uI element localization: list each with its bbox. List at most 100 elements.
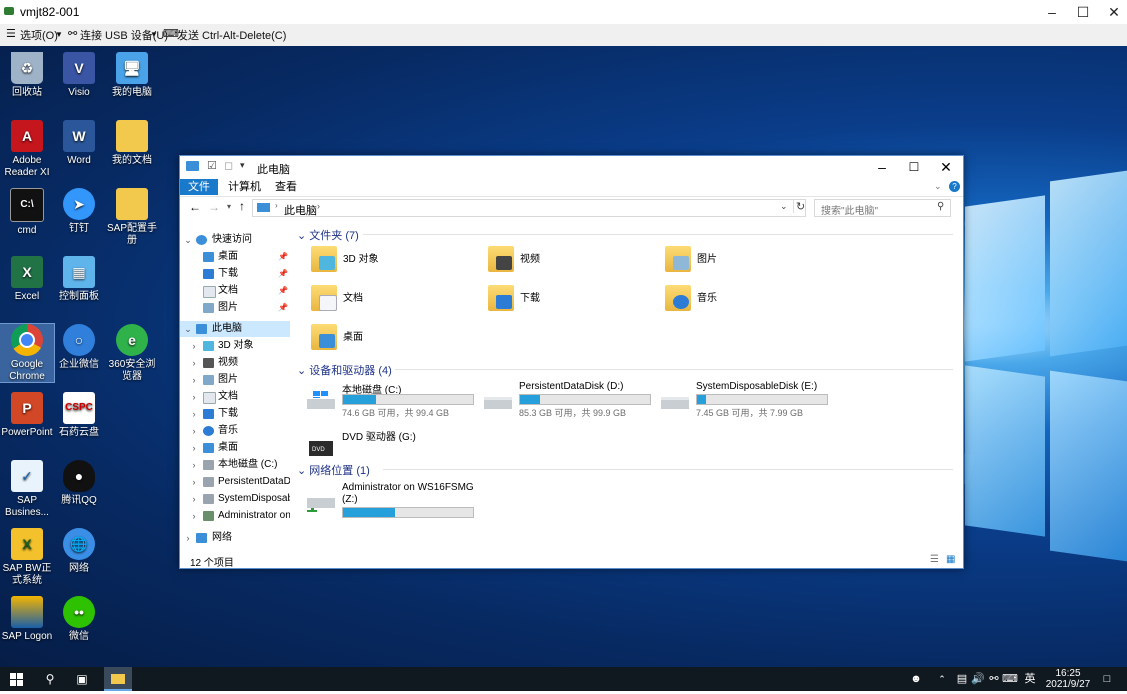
desktop-icon-adobe-reader[interactable]: A Adobe Reader XI	[0, 120, 54, 179]
desktop-icon-my-documents[interactable]: 我的文档	[105, 120, 159, 167]
nav-pc-drive-d[interactable]: › PersistentDataDisk	[180, 474, 290, 490]
pin-icon[interactable]: 📌	[278, 283, 288, 299]
folder-desktop[interactable]: 桌面	[311, 324, 481, 358]
desktop-icon-sap-logon[interactable]: SAP Logon	[0, 596, 54, 643]
chevron-down-icon[interactable]: ⌄	[183, 321, 193, 337]
task-view-icon[interactable]: ▣	[68, 667, 96, 691]
chevron-right-icon[interactable]: ›	[189, 372, 199, 388]
desktop-icon-sap-manual[interactable]: SAP配置手册	[105, 188, 159, 247]
back-arrow-icon[interactable]: ←	[189, 200, 201, 214]
tab-view[interactable]: 查看	[267, 179, 305, 195]
network-section-header[interactable]: ⌄ 网络位置 (1)	[297, 462, 370, 478]
nav-quick-desktop[interactable]: 桌面 📌	[180, 249, 290, 265]
chevron-down-icon[interactable]: ▼	[55, 30, 63, 39]
desktop-icon-sap-business[interactable]: ✓ SAP Busines...	[0, 460, 54, 519]
chevron-down-icon[interactable]: ⌄	[297, 365, 306, 377]
chevron-right-icon[interactable]: ›	[317, 201, 320, 211]
forward-arrow-icon[interactable]: →	[208, 200, 220, 214]
start-button[interactable]	[0, 667, 32, 691]
large-icons-view-icon[interactable]: ▦	[946, 554, 955, 565]
close-button[interactable]: ✕	[930, 157, 962, 177]
desktop-icon-wecom[interactable]: ○ 企业微信	[52, 324, 106, 371]
folder-pictures[interactable]: 图片	[665, 246, 835, 280]
nav-pc-pictures[interactable]: › 图片	[180, 372, 290, 388]
desktop-icon-sap-bw[interactable]: X SAP BW正式系统	[0, 528, 54, 587]
chevron-down-icon[interactable]: ⌄	[297, 465, 306, 477]
folder-3d-objects[interactable]: 3D 对象	[311, 246, 481, 280]
clock[interactable]: 16:25 2021/9/27	[1040, 667, 1096, 692]
new-folder-icon[interactable]: ◻	[224, 159, 233, 172]
search-input[interactable]: 搜索"此电脑" ⚲	[814, 199, 951, 217]
folder-downloads[interactable]: 下载	[488, 285, 658, 319]
notifications-icon[interactable]: □	[1098, 667, 1116, 691]
volume-icon[interactable]: 🔊	[970, 667, 986, 691]
desktop-icon-computer[interactable]: 🖥 我的电脑	[105, 52, 159, 99]
pin-icon[interactable]: 📌	[278, 266, 288, 282]
expand-ribbon-icon[interactable]: ⌄	[934, 181, 942, 192]
tab-file[interactable]: 文件	[180, 179, 218, 195]
nav-this-pc[interactable]: ⌄ 此电脑	[180, 321, 290, 337]
ime-language[interactable]: 英	[1021, 667, 1039, 691]
refresh-icon[interactable]: ↻	[793, 200, 805, 213]
maximize-button[interactable]: ☐	[1066, 2, 1100, 22]
chevron-right-icon[interactable]: ›	[275, 201, 278, 210]
nav-pc-network-drive[interactable]: › Administrator on	[180, 508, 290, 524]
recent-locations-icon[interactable]: ▾	[227, 202, 231, 211]
ime-icon[interactable]: ⌨	[1002, 667, 1018, 691]
usb-icon[interactable]: ⚯	[986, 667, 1002, 691]
search-icon[interactable]: ⚲	[36, 667, 64, 691]
options-menu[interactable]: 选项(O)	[20, 27, 58, 43]
nav-quick-pictures[interactable]: 图片 📌	[180, 300, 290, 316]
minimize-button[interactable]: –	[1035, 2, 1069, 22]
file-explorer-taskbar-button[interactable]	[104, 667, 132, 691]
pin-icon[interactable]: 📌	[278, 249, 288, 265]
nav-pc-desktop[interactable]: › 桌面	[180, 440, 290, 456]
desktop-icon-wechat[interactable]: •• 微信	[52, 596, 106, 643]
nav-pc-documents[interactable]: › 文档	[180, 389, 290, 405]
drive-e[interactable]: SystemDisposableDisk (E:) 7.45 GB 可用，共 7…	[661, 381, 836, 421]
close-button[interactable]: ✕	[1097, 2, 1127, 22]
chevron-right-icon[interactable]: ›	[189, 508, 199, 524]
address-bar[interactable]: › 此电脑 › ⌄ ↻	[252, 199, 806, 217]
chevron-right-icon[interactable]: ›	[189, 440, 199, 456]
chevron-right-icon[interactable]: ›	[189, 406, 199, 422]
desktop-icon-visio[interactable]: V Visio	[52, 52, 106, 99]
chevron-right-icon[interactable]: ›	[189, 389, 199, 405]
chevron-right-icon[interactable]: ›	[189, 423, 199, 439]
nav-quick-access[interactable]: ⌄ 快速访问	[180, 232, 290, 248]
network-drive-z[interactable]: Administrator on WS16FSMG (Z:)	[307, 482, 482, 527]
nav-pc-videos[interactable]: › 视频	[180, 355, 290, 371]
tab-computer[interactable]: 计算机	[220, 179, 269, 195]
folder-music[interactable]: 音乐	[665, 285, 835, 319]
drive-c[interactable]: 本地磁盘 (C:) 74.6 GB 可用，共 99.4 GB	[307, 381, 482, 421]
desktop-icon-powerpoint[interactable]: P PowerPoint	[0, 392, 54, 439]
nav-network[interactable]: › 网络	[180, 530, 290, 546]
desktop-icon-network[interactable]: 🌐 网络	[52, 528, 106, 575]
chevron-right-icon[interactable]: ›	[189, 338, 199, 354]
properties-icon[interactable]: ☑	[207, 159, 217, 172]
details-view-icon[interactable]: ☰	[930, 554, 939, 565]
desktop-icon-cmd[interactable]: C:\ cmd	[0, 188, 54, 237]
desktop-icon-dingtalk[interactable]: ➤ 钉钉	[52, 188, 106, 235]
up-arrow-icon[interactable]: ↑	[239, 199, 245, 213]
help-icon[interactable]: ?	[949, 181, 960, 192]
people-icon[interactable]: ☻	[908, 667, 924, 691]
chevron-right-icon[interactable]: ›	[183, 530, 193, 546]
chevron-right-icon[interactable]: ›	[189, 355, 199, 371]
desktop-icon-excel[interactable]: X Excel	[0, 256, 54, 303]
desktop-icon-control-panel[interactable]: ▦ 控制面板	[52, 256, 106, 303]
tray-chevron-up-icon[interactable]: ⌃	[934, 667, 950, 691]
minimize-button[interactable]: –	[866, 157, 898, 177]
chevron-right-icon[interactable]: ›	[189, 491, 199, 507]
address-dropdown-icon[interactable]: ⌄	[780, 201, 788, 212]
drives-section-header[interactable]: ⌄ 设备和驱动器 (4)	[297, 362, 392, 378]
chevron-right-icon[interactable]: ›	[189, 474, 199, 490]
chevron-down-icon[interactable]: ⌄	[297, 230, 306, 242]
nav-pc-drive-e[interactable]: › SystemDisposable	[180, 491, 290, 507]
folder-documents[interactable]: 文档	[311, 285, 481, 319]
desktop-icon-chrome[interactable]: Google Chrome	[0, 323, 55, 383]
desktop-icon-cspc-cloud[interactable]: CSPC 石药云盘	[52, 392, 106, 439]
network-status-icon[interactable]: ▤	[954, 667, 970, 691]
maximize-button[interactable]: ☐	[898, 157, 930, 177]
desktop-icon-word[interactable]: W Word	[52, 120, 106, 167]
